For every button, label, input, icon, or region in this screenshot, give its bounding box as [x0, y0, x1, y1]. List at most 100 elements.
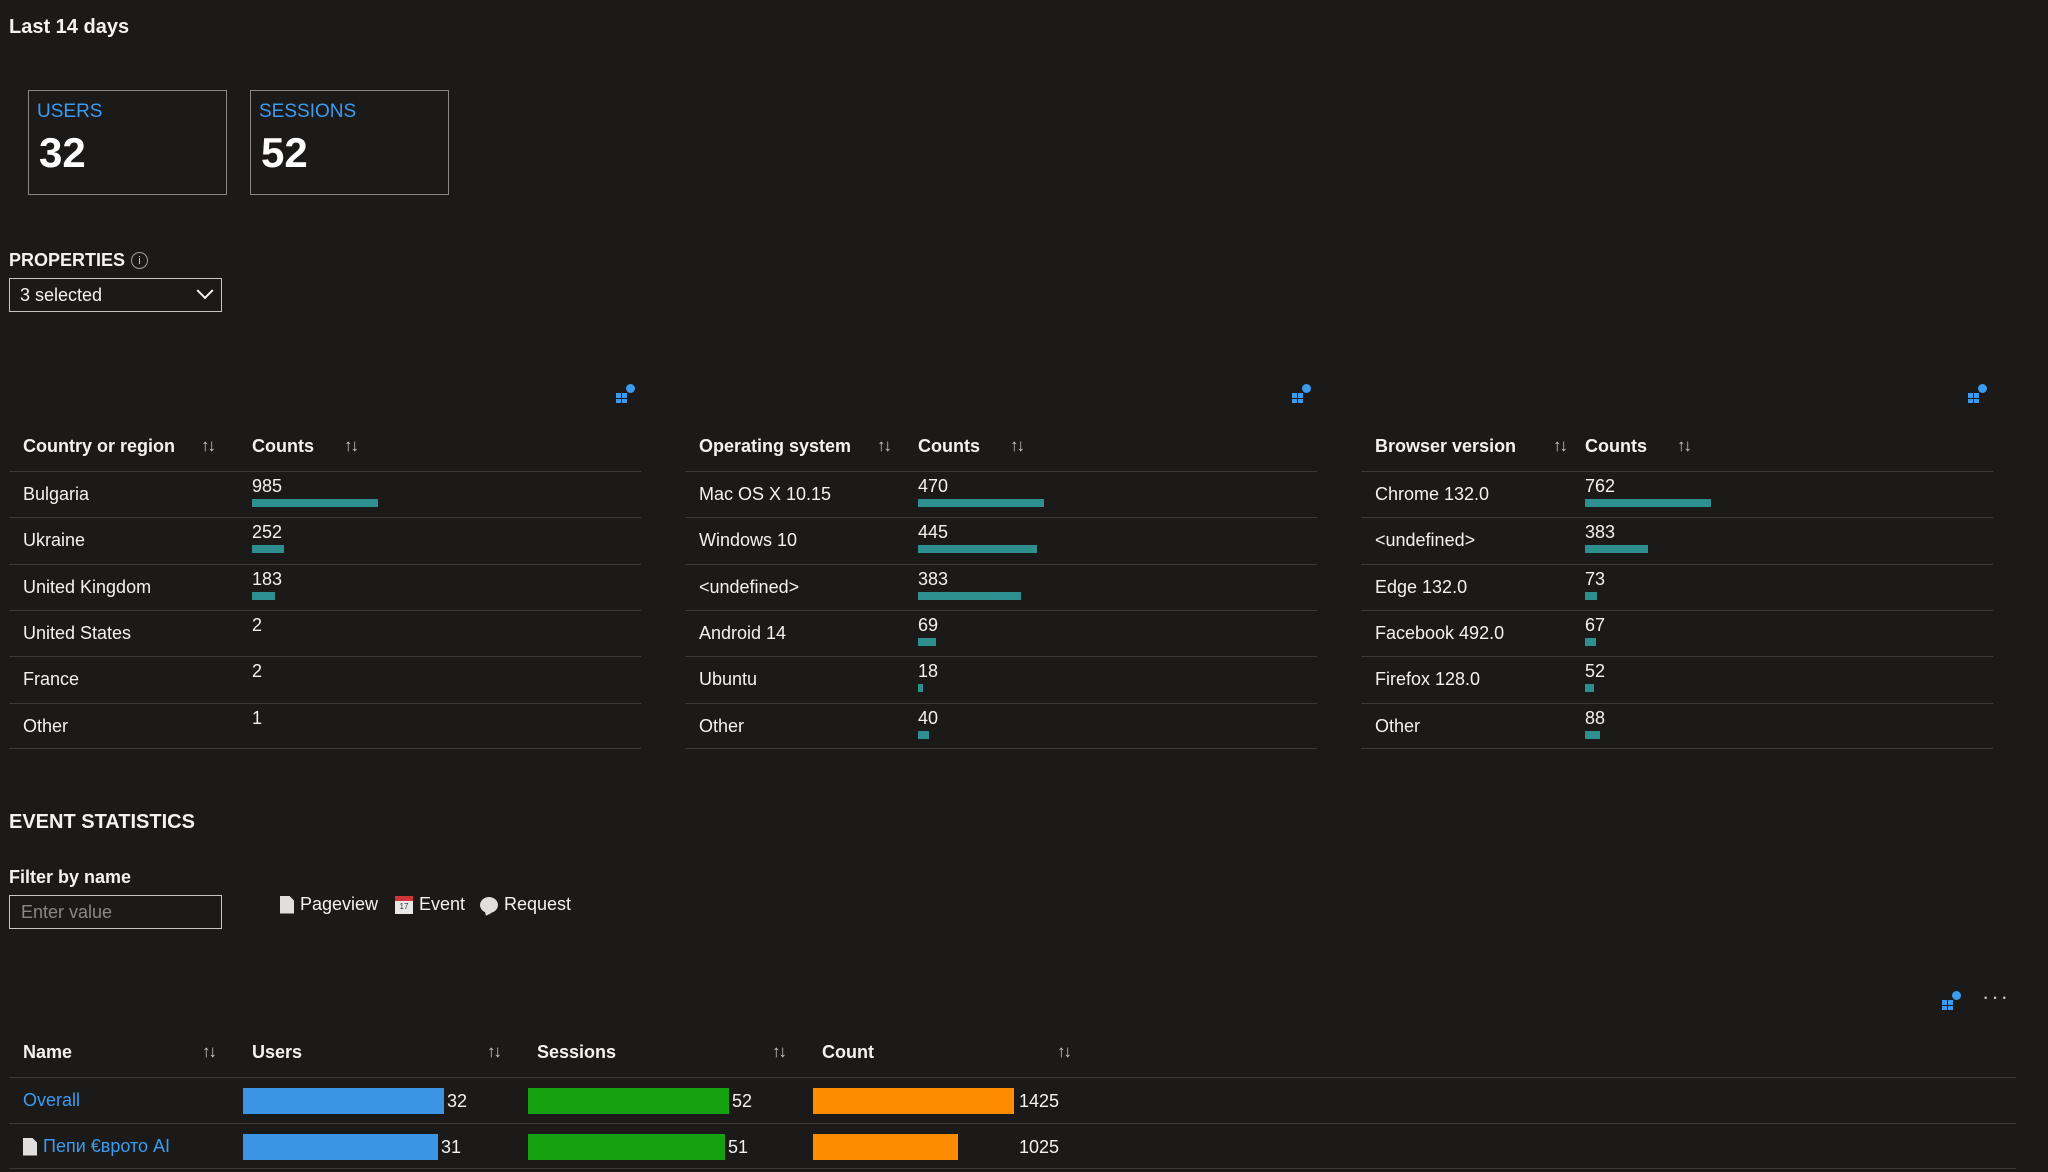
sort-icon[interactable]: ↑↓: [1553, 436, 1568, 456]
count-bar: [918, 637, 936, 646]
grid-header: Operating system ↑↓ Counts ↑↓: [685, 426, 1317, 466]
table-row[interactable]: United Kingdom 183: [9, 563, 641, 610]
properties-label: PROPERTIES: [9, 250, 126, 270]
table-row[interactable]: Bulgaria 985: [9, 471, 641, 517]
sort-icon[interactable]: ↑↓: [344, 436, 359, 456]
table-row[interactable]: Ubuntu 18: [685, 656, 1317, 702]
users-column-header[interactable]: Users: [252, 1042, 302, 1063]
table-row[interactable]: Ukraine 252: [9, 517, 641, 563]
count-bar: [1585, 545, 1648, 554]
request-icon: [480, 896, 498, 913]
row-count: 73: [1585, 568, 1606, 589]
name-column-header[interactable]: Operating system: [699, 436, 851, 457]
time-range-title: Last 14 days: [9, 16, 130, 38]
event-name-link[interactable]: Overall: [23, 1090, 80, 1111]
app-root: Last 14 days USERS 32 SESSIONS 52 PROPER…: [0, 0, 2048, 1172]
table-row[interactable]: <undefined> 383: [685, 563, 1317, 610]
row-count: 2: [252, 614, 263, 635]
table-row[interactable]: Other 40: [685, 702, 1317, 749]
users-bar: [243, 1088, 444, 1114]
sort-icon[interactable]: ↑↓: [877, 436, 892, 456]
event-row[interactable]: Пепи €врото AI 31 51 1025: [9, 1123, 2016, 1169]
properties-dropdown[interactable]: 3 selected: [9, 278, 222, 312]
legend-pageview-label: Pageview: [300, 894, 379, 914]
sessions-bar: [528, 1134, 725, 1160]
table-row[interactable]: Chrome 132.0 762: [1361, 471, 1993, 517]
event-statistics-title: EVENT STATISTICS: [9, 811, 195, 833]
users-tile-value: 32: [39, 129, 86, 176]
counts-column-header[interactable]: Counts: [1585, 436, 1647, 457]
more-options-icon[interactable]: ···: [1982, 984, 2010, 1010]
row-count: 762: [1585, 476, 1616, 496]
users-value: 31: [441, 1137, 462, 1157]
workbook-icon[interactable]: [1968, 383, 1988, 403]
properties-dropdown-value: 3 selected: [20, 284, 103, 305]
users-bar: [243, 1134, 438, 1160]
table-row[interactable]: Mac OS X 10.15 470: [685, 471, 1317, 517]
sessions-column-header[interactable]: Sessions: [537, 1042, 616, 1063]
row-name: Edge 132.0: [1375, 576, 1468, 597]
workbook-icon[interactable]: [616, 383, 636, 403]
row-count: 88: [1585, 707, 1606, 728]
table-row[interactable]: Facebook 492.0 67: [1361, 609, 1993, 656]
counts-column-header[interactable]: Counts: [252, 436, 314, 457]
sort-icon[interactable]: ↑↓: [202, 1042, 217, 1062]
count-bar: [813, 1134, 958, 1160]
row-count: 445: [918, 522, 949, 543]
workbook-icon[interactable]: [1292, 383, 1312, 403]
row-name: United States: [23, 622, 132, 643]
sessions-bar: [528, 1088, 729, 1114]
filter-by-name-input[interactable]: [9, 895, 222, 929]
sessions-value: 52: [732, 1091, 753, 1111]
table-row[interactable]: <undefined> 383: [1361, 517, 1993, 563]
name-column-header[interactable]: Browser version: [1375, 436, 1516, 457]
legend-pageview: Pageview: [280, 894, 378, 915]
event-grid-header: Name ↑↓ Users ↑↓ Sessions ↑↓ Count ↑↓: [0, 1031, 2048, 1073]
counts-column-header[interactable]: Counts: [918, 436, 980, 457]
table-row[interactable]: France 2: [9, 656, 641, 702]
table-row[interactable]: Other 88: [1361, 702, 1993, 749]
event-row[interactable]: Overall 32 52 1425: [9, 1077, 2016, 1123]
count-column-header[interactable]: Count: [822, 1042, 874, 1063]
chevron-down-icon: [196, 282, 214, 300]
sort-icon[interactable]: ↑↓: [1677, 436, 1692, 456]
count-bar: [1585, 637, 1596, 646]
row-count: 985: [252, 476, 283, 496]
legend-request-label: Request: [504, 894, 572, 914]
grid-header: Country or region ↑↓ Counts ↑↓: [9, 426, 641, 466]
sort-icon[interactable]: ↑↓: [772, 1042, 787, 1062]
sort-icon[interactable]: ↑↓: [1010, 436, 1025, 456]
row-count: 52: [1585, 661, 1606, 682]
table-row[interactable]: United States 2: [9, 609, 641, 656]
table-row[interactable]: Firefox 128.0 52: [1361, 656, 1993, 702]
table-row[interactable]: Android 14 69: [685, 609, 1317, 656]
sessions-tile-label: SESSIONS: [259, 101, 357, 122]
event-name-link[interactable]: Пепи €врото AI: [43, 1136, 170, 1157]
row-count: 1: [252, 707, 263, 728]
event-icon: 17: [395, 895, 413, 914]
row-name: Mac OS X 10.15: [699, 484, 832, 504]
pageview-icon: [23, 1137, 37, 1156]
table-row[interactable]: Other 1: [9, 702, 641, 749]
count-bar: [918, 730, 929, 739]
sort-icon[interactable]: ↑↓: [487, 1042, 502, 1062]
count-bar: [918, 545, 1037, 554]
row-name: Chrome 132.0: [1375, 484, 1490, 504]
name-column-header[interactable]: Name: [23, 1042, 72, 1063]
table-row[interactable]: Edge 132.0 73: [1361, 563, 1993, 610]
users-tile: USERS 32: [28, 90, 227, 195]
row-count: 67: [1585, 614, 1606, 635]
grid-header: Browser version ↑↓ Counts ↑↓: [1361, 426, 1993, 466]
event-name-cell: Overall: [23, 1090, 80, 1111]
users-value: 32: [447, 1091, 468, 1111]
workbook-icon[interactable]: [1942, 990, 1962, 1010]
row-name: Windows 10: [699, 530, 798, 551]
table-row[interactable]: Windows 10 445: [685, 517, 1317, 563]
row-name: Other: [1375, 715, 1421, 736]
row-name: France: [23, 669, 80, 690]
name-column-header[interactable]: Country or region: [23, 436, 175, 457]
info-icon[interactable]: i: [131, 252, 149, 269]
sessions-value: 51: [728, 1137, 749, 1157]
sort-icon[interactable]: ↑↓: [201, 436, 216, 456]
sort-icon[interactable]: ↑↓: [1057, 1042, 1072, 1062]
